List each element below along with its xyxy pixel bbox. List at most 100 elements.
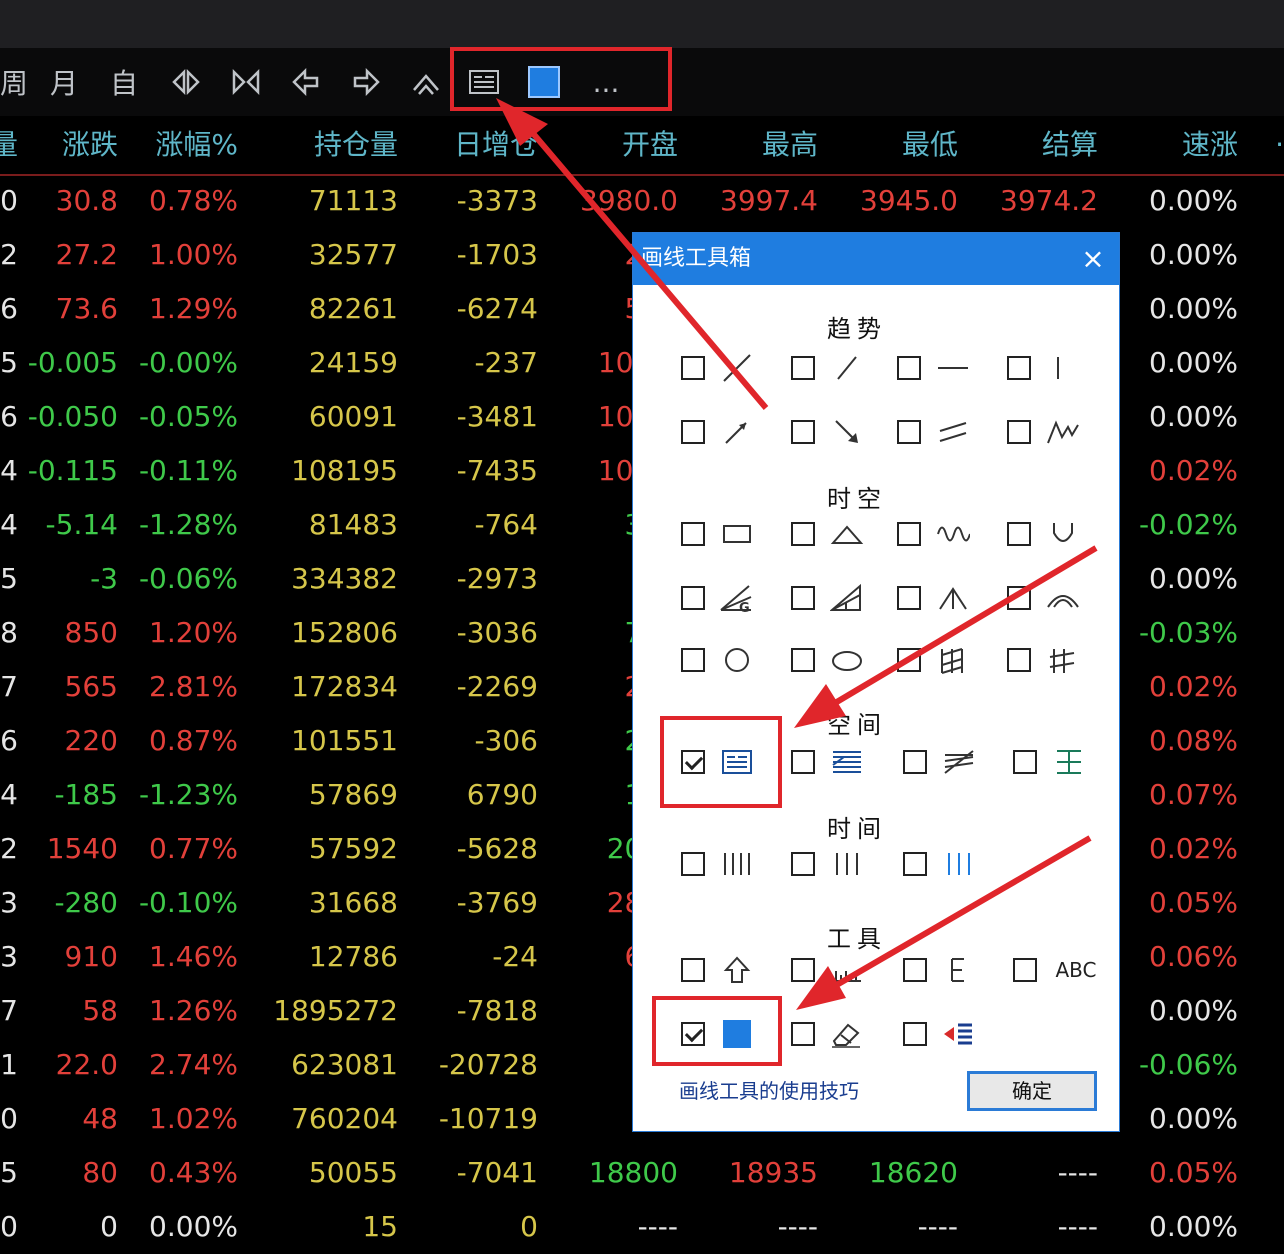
tool-time-cycle[interactable] — [897, 645, 971, 675]
column-header[interactable]: 日增仓 — [408, 116, 538, 174]
checkbox[interactable] — [681, 958, 705, 982]
tool-ray[interactable] — [681, 417, 755, 447]
checkbox[interactable] — [681, 852, 705, 876]
cell-low: ---- — [917, 1210, 958, 1243]
tool-time-period-blue[interactable] — [903, 849, 977, 879]
tool-vertical-line[interactable] — [1007, 353, 1081, 383]
cell-pct: 0.00% — [149, 1210, 238, 1243]
tool-delete-all[interactable] — [903, 1019, 977, 1049]
checkbox[interactable] — [681, 420, 705, 444]
period-custom-button[interactable]: 自 — [102, 48, 146, 116]
tool-fibonacci-time[interactable] — [1007, 645, 1081, 675]
ruler-icon — [829, 955, 865, 985]
checkbox[interactable] — [1013, 750, 1037, 774]
checkbox[interactable] — [791, 420, 815, 444]
close-icon[interactable]: × — [1073, 239, 1113, 279]
arrow-left-icon[interactable] — [286, 48, 326, 116]
tool-e-mark[interactable] — [903, 955, 977, 985]
e-mark-icon — [941, 955, 977, 985]
checkbox[interactable] — [903, 750, 927, 774]
checkbox[interactable] — [681, 648, 705, 672]
checkbox[interactable] — [1007, 522, 1031, 546]
tool-speed-lines[interactable] — [897, 583, 971, 613]
cell-lead: 7 — [0, 994, 18, 1027]
tool-horizontal-line[interactable] — [897, 353, 971, 383]
tool-gann-angle[interactable]: G — [681, 583, 755, 613]
tool-wave[interactable] — [897, 519, 971, 549]
cell-doi: -2269 — [456, 670, 538, 703]
tool-circle[interactable] — [681, 645, 755, 675]
tool-arrow[interactable] — [791, 417, 865, 447]
delete-lines-icon — [941, 1019, 977, 1049]
tool-fibonacci-arc[interactable] — [1007, 583, 1081, 613]
tool-percentage-lines[interactable] — [1013, 747, 1087, 777]
zoom-shrink-icon[interactable] — [226, 48, 266, 116]
column-header[interactable]: 最低 — [828, 116, 958, 174]
tips-link[interactable]: 画线工具的使用技巧 — [679, 1075, 859, 1104]
checkbox[interactable] — [903, 1022, 927, 1046]
tool-ruler[interactable] — [791, 955, 865, 985]
dialog-titlebar[interactable]: 画线工具箱 × — [633, 233, 1119, 285]
tool-eraser[interactable] — [791, 1019, 865, 1049]
checkbox[interactable] — [903, 852, 927, 876]
tool-ellipse[interactable] — [791, 645, 865, 675]
column-header[interactable]: · — [1154, 116, 1284, 174]
column-header[interactable]: 持仓量 — [268, 116, 398, 174]
checkbox[interactable] — [897, 586, 921, 610]
cell-change: 1540 — [46, 832, 118, 865]
zoom-expand-icon[interactable] — [166, 48, 206, 116]
checkbox[interactable] — [897, 648, 921, 672]
chevron-up-icon[interactable] — [406, 48, 446, 116]
cell-doi: -237 — [474, 346, 538, 379]
period-month-button[interactable]: 月 — [42, 48, 86, 116]
checkbox[interactable] — [681, 522, 705, 546]
checkbox[interactable] — [791, 522, 815, 546]
tool-rectangle[interactable] — [681, 519, 755, 549]
tool-time-period-3[interactable] — [791, 849, 865, 879]
checkbox[interactable] — [791, 1022, 815, 1046]
checkbox[interactable] — [791, 648, 815, 672]
checkbox[interactable] — [681, 586, 705, 610]
tool-parallel-lines[interactable] — [897, 417, 971, 447]
column-header[interactable]: 最高 — [688, 116, 818, 174]
checkbox[interactable] — [791, 958, 815, 982]
arrow-right-icon[interactable] — [346, 48, 386, 116]
checkbox[interactable] — [897, 522, 921, 546]
cell-open: 3980.0 — [580, 184, 678, 217]
checkbox[interactable] — [681, 356, 705, 380]
cell-change: 80 — [82, 1156, 118, 1189]
checkbox[interactable] — [1007, 356, 1031, 380]
column-header[interactable]: 涨跌 — [0, 116, 118, 174]
checkbox[interactable] — [791, 586, 815, 610]
tool-segment[interactable] — [791, 353, 865, 383]
checkbox[interactable] — [897, 420, 921, 444]
cell-change: -0.050 — [27, 400, 118, 433]
tool-line[interactable] — [681, 353, 755, 383]
checkbox[interactable] — [897, 356, 921, 380]
tool-arc[interactable] — [1007, 519, 1081, 549]
column-header[interactable]: 开盘 — [548, 116, 678, 174]
tool-up-arrow[interactable] — [681, 955, 755, 985]
cell-speed: 0.02% — [1149, 670, 1238, 703]
column-header[interactable]: 结算 — [968, 116, 1098, 174]
checkbox[interactable] — [1007, 648, 1031, 672]
column-header[interactable]: 涨幅% — [108, 116, 238, 174]
checkbox[interactable] — [1007, 586, 1031, 610]
tool-fibonacci-fan[interactable] — [903, 747, 977, 777]
tool-zigzag[interactable] — [1007, 417, 1081, 447]
checkbox[interactable] — [903, 958, 927, 982]
tool-price-channel[interactable] — [791, 747, 865, 777]
tool-text-abc[interactable]: ABC — [1013, 955, 1101, 985]
ok-button[interactable]: 确定 — [967, 1071, 1097, 1111]
checkbox[interactable] — [1013, 958, 1037, 982]
checkbox[interactable] — [791, 852, 815, 876]
tool-triangle[interactable] — [791, 519, 865, 549]
section-time: 时间 — [827, 815, 887, 843]
period-week-button[interactable]: 周 — [0, 48, 28, 116]
cell-change: -0.005 — [27, 346, 118, 379]
checkbox[interactable] — [791, 750, 815, 774]
tool-fan[interactable] — [791, 583, 865, 613]
tool-time-period-4[interactable] — [681, 849, 755, 879]
checkbox[interactable] — [1007, 420, 1031, 444]
checkbox[interactable] — [791, 356, 815, 380]
